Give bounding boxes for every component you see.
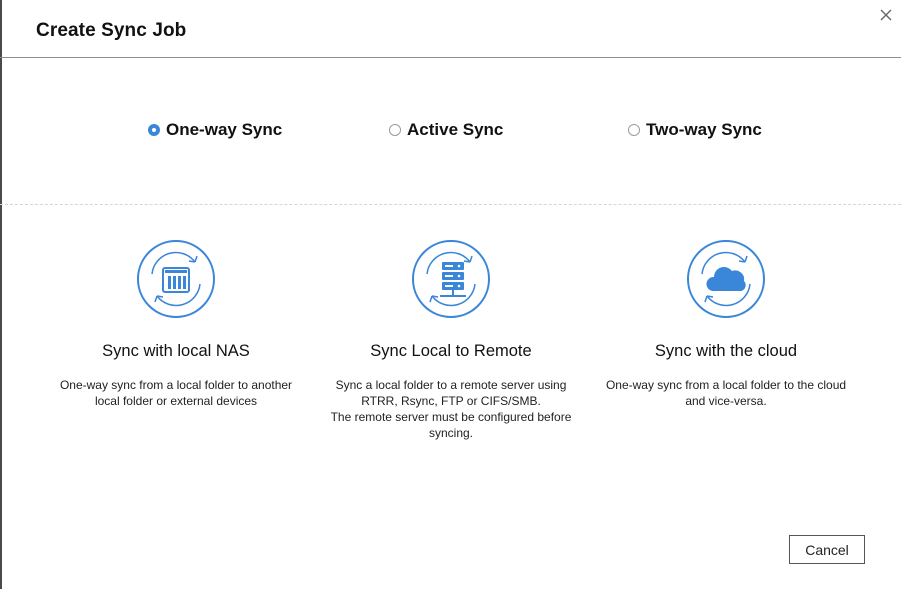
option-description: One-way sync from a local folder to anot… [59, 378, 293, 408]
radio-two-way-sync[interactable]: Two-way Sync [628, 118, 762, 142]
radio-unchecked-icon[interactable] [389, 124, 401, 136]
section-divider [0, 204, 901, 205]
option-description: Sync a local folder to a remote server u… [330, 378, 572, 440]
option-sync-cloud[interactable]: Sync with the cloud One-way sync from a … [596, 238, 856, 409]
server-sync-icon [412, 240, 490, 318]
radio-unchecked-icon[interactable] [628, 124, 640, 136]
option-title: Sync with the cloud [654, 342, 798, 360]
option-title: Sync with local NAS [102, 342, 250, 360]
radio-one-way-sync[interactable]: One-way Sync [148, 118, 282, 142]
radio-label: Active Sync [407, 120, 504, 139]
option-title: Sync Local to Remote [370, 342, 532, 360]
option-sync-local-nas[interactable]: Sync with local NAS One-way sync from a … [46, 238, 306, 409]
cloud-sync-icon [687, 240, 765, 318]
radio-label: Two-way Sync [646, 120, 762, 139]
sync-mode-group: One-way Sync Active Sync Two-way Sync [0, 115, 901, 145]
close-icon[interactable] [876, 5, 896, 25]
window-edge [0, 0, 2, 589]
option-description: One-way sync from a local folder to the … [605, 378, 847, 408]
radio-checked-icon[interactable] [148, 124, 160, 136]
cancel-button[interactable]: Cancel [789, 535, 865, 564]
radio-label: One-way Sync [166, 120, 283, 139]
dialog-header: Create Sync Job [0, 0, 901, 58]
radio-active-sync[interactable]: Active Sync [389, 118, 503, 142]
nas-sync-icon [137, 240, 215, 318]
dialog-title: Create Sync Job [36, 20, 187, 41]
option-sync-local-to-remote[interactable]: Sync Local to Remote Sync a local folder… [321, 238, 581, 441]
